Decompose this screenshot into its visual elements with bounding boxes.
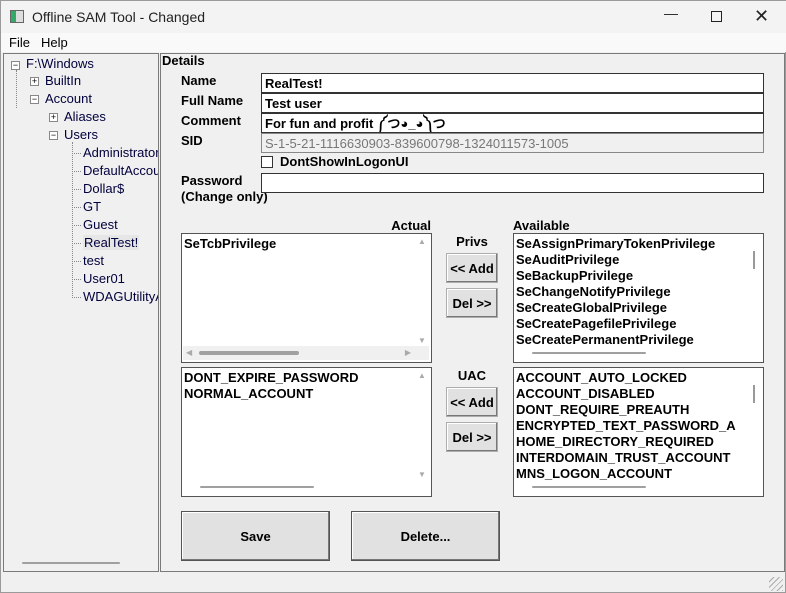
privs-add-button[interactable]: << Add <box>446 253 498 283</box>
privs-available-list[interactable]: SeAssignPrimaryTokenPrivilege SeAuditPriv… <box>513 233 764 363</box>
tree-user-item[interactable]: GT <box>72 199 101 214</box>
name-label: Name <box>181 73 217 88</box>
dontshow-label: DontShowInLogonUI <box>280 154 409 169</box>
uac-available-hscroll[interactable] <box>532 486 646 488</box>
tree-root[interactable]: F:\Windows <box>26 56 94 71</box>
tree-user-item[interactable]: Guest <box>72 217 118 232</box>
list-item[interactable]: HOME_DIRECTORY_REQUIRED <box>516 434 761 450</box>
privs-available-vscroll[interactable] <box>753 251 755 269</box>
tree-horizontal-scrollbar[interactable] <box>22 562 120 564</box>
password-input[interactable] <box>261 173 764 193</box>
privs-del-button[interactable]: Del >> <box>446 288 498 318</box>
uac-actual-hscroll[interactable] <box>200 486 314 488</box>
available-label: Available <box>513 218 570 233</box>
name-input[interactable]: RealTest! <box>261 73 764 93</box>
title-bar: Offline SAM Tool - Changed — ✕ <box>1 1 786 33</box>
uac-available-list[interactable]: ACCOUNT_AUTO_LOCKED ACCOUNT_DISABLED DONT_… <box>513 367 764 497</box>
tree-user-item[interactable]: WDAGUtilityAccount <box>72 289 158 304</box>
privs-label: Privs <box>456 234 488 249</box>
list-item[interactable]: SeCreatePagefilePrivilege <box>516 316 761 332</box>
actual-label: Actual <box>391 218 431 233</box>
tree-user-label: User01 <box>83 271 125 286</box>
tree-user-item[interactable]: Dollar$ <box>72 181 124 196</box>
list-item[interactable]: NORMAL_ACCOUNT <box>184 386 429 402</box>
resize-grip-icon[interactable] <box>769 577 783 591</box>
menu-help[interactable]: Help <box>41 35 68 50</box>
fullname-label: Full Name <box>181 93 244 108</box>
tree-user-label: DefaultAccount <box>83 163 159 178</box>
tree-account[interactable]: Account <box>45 91 92 106</box>
account-tree[interactable]: − F:\Windows + BuiltIn − Account + Alias… <box>3 53 159 572</box>
list-item[interactable]: DONT_EXPIRE_PASSWORD <box>184 370 429 386</box>
tree-user-label: GT <box>83 199 102 214</box>
sid-field: S-1-5-21-1116630903-839600798-1324011573… <box>261 133 764 153</box>
privs-actual-hscroll[interactable]: ◀ ▶ <box>183 346 429 360</box>
list-item[interactable]: ACCOUNT_DISABLED <box>516 386 761 402</box>
tree-user-label: test <box>83 253 104 268</box>
save-button[interactable]: Save <box>181 511 330 561</box>
details-heading: Details <box>162 53 205 68</box>
minimize-icon[interactable]: — <box>661 5 681 21</box>
app-icon <box>10 10 24 23</box>
list-item[interactable]: SeAssignPrimaryTokenPrivilege <box>516 236 761 252</box>
tree-users[interactable]: Users <box>64 127 98 142</box>
fullname-input[interactable]: Test user <box>261 93 764 113</box>
uac-actual-vscroll[interactable]: ▲ ▼ <box>415 371 429 479</box>
comment-label: Comment <box>181 113 241 128</box>
list-item[interactable]: SeCreatePermanentPrivilege <box>516 332 761 348</box>
privs-actual-list[interactable]: SeTcbPrivilege <box>181 233 432 363</box>
uac-actual-list[interactable]: DONT_EXPIRE_PASSWORD NORMAL_ACCOUNT <box>181 367 432 497</box>
tree-user-item[interactable]: Administrator <box>72 145 159 160</box>
tree-user-item[interactable]: RealTest! <box>72 235 140 250</box>
uac-del-button[interactable]: Del >> <box>446 422 498 452</box>
uac-label: UAC <box>457 368 487 383</box>
sid-label: SID <box>181 133 203 148</box>
privs-available-hscroll[interactable] <box>532 352 646 354</box>
tree-aliases[interactable]: Aliases <box>64 109 106 124</box>
expand-icon[interactable]: + <box>30 77 39 86</box>
collapse-icon[interactable]: − <box>30 95 39 104</box>
list-item[interactable]: SeCreateGlobalPrivilege <box>516 300 761 316</box>
uac-available-vscroll[interactable] <box>753 385 755 403</box>
list-item[interactable]: SeBackupPrivilege <box>516 268 761 284</box>
list-item[interactable]: DONT_REQUIRE_PREAUTH <box>516 402 761 418</box>
close-icon[interactable]: ✕ <box>754 6 769 27</box>
delete-button[interactable]: Delete... <box>351 511 500 561</box>
list-item[interactable]: SeTcbPrivilege <box>184 236 429 252</box>
privs-actual-vscroll[interactable]: ▲ ▼ <box>415 237 429 345</box>
menu-bar: File Help <box>1 33 786 52</box>
list-item[interactable]: INTERDOMAIN_TRUST_ACCOUNT <box>516 450 761 466</box>
uac-add-button[interactable]: << Add <box>446 387 498 417</box>
expand-icon[interactable]: + <box>49 113 58 122</box>
list-item[interactable]: SeChangeNotifyPrivilege <box>516 284 761 300</box>
list-item[interactable]: ENCRYPTED_TEXT_PASSWORD_A <box>516 418 761 434</box>
comment-input[interactable]: For fun and profit ༼つ◕_◕༽つ <box>261 113 764 133</box>
collapse-icon[interactable]: − <box>49 131 58 140</box>
tree-user-item[interactable]: DefaultAccount <box>72 163 159 178</box>
tree-user-label: Dollar$ <box>83 181 125 196</box>
tree-user-item[interactable]: test <box>72 253 104 268</box>
password-note: (Change only) <box>181 189 268 204</box>
list-item[interactable]: MNS_LOGON_ACCOUNT <box>516 466 761 482</box>
tree-user-label: WDAGUtilityAccount <box>83 289 158 304</box>
tree-user-item[interactable]: User01 <box>72 271 125 286</box>
collapse-icon[interactable]: − <box>11 61 20 70</box>
menu-file[interactable]: File <box>9 35 30 50</box>
tree-user-label: Guest <box>83 217 118 232</box>
dontshow-checkbox[interactable] <box>261 156 273 168</box>
list-item[interactable]: SeAuditPrivilege <box>516 252 761 268</box>
list-item[interactable]: ACCOUNT_AUTO_LOCKED <box>516 370 761 386</box>
password-label: Password <box>181 173 243 188</box>
tree-user-label: RealTest! <box>83 235 140 250</box>
maximize-icon[interactable] <box>711 11 722 22</box>
tree-user-label: Administrator <box>83 145 159 160</box>
window-title: Offline SAM Tool - Changed <box>32 9 206 25</box>
tree-builtin[interactable]: BuiltIn <box>45 73 81 88</box>
